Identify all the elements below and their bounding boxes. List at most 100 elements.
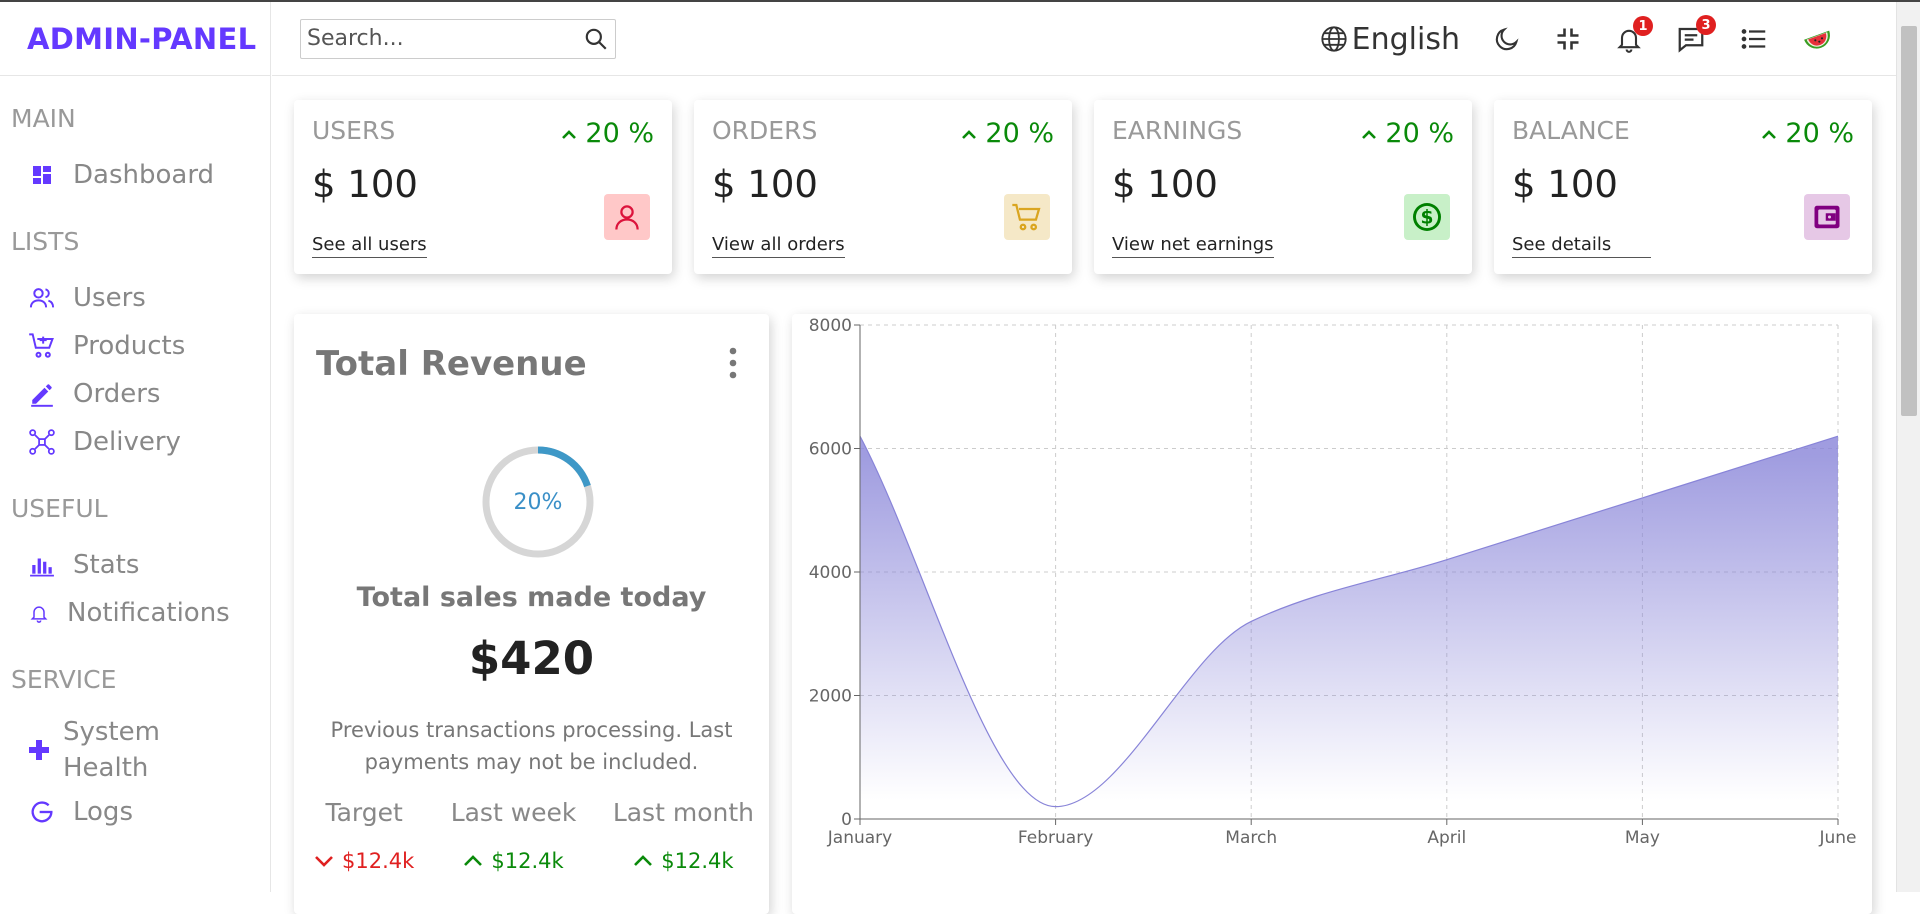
x-tick-label: May xyxy=(1625,828,1660,848)
chevron-up-icon xyxy=(562,129,577,139)
widget-percentage: 20 % xyxy=(961,118,1054,149)
widget-balance: BALANCE $ 100 See details 20 % xyxy=(1494,100,1872,274)
bell-icon xyxy=(27,598,51,628)
fullscreen-exit-button[interactable] xyxy=(1554,25,1582,53)
dark-mode-toggle[interactable] xyxy=(1493,25,1521,53)
sidebar-item-label: Stats xyxy=(73,550,140,580)
sidebar-item-label: Orders xyxy=(73,379,161,409)
widget-percentage-value: 20 % xyxy=(1785,118,1854,149)
chevron-up-icon xyxy=(1362,129,1377,139)
wallet-icon xyxy=(1804,194,1850,240)
notifications-button[interactable]: 1 xyxy=(1615,16,1653,53)
fullscreen-exit-icon xyxy=(1554,25,1582,53)
widget-percentage-value: 20 % xyxy=(585,118,654,149)
sidebar-item-label: Users xyxy=(73,283,146,313)
section-title-service: SERVICE xyxy=(11,665,117,694)
sidebar-item-stats[interactable]: Stats xyxy=(0,541,270,589)
widget-counter: $ 100 xyxy=(312,163,418,206)
revenue-chart-card: 0 2000 4000 6000 8000 January February March Apr… xyxy=(792,314,1872,914)
featured-title: Total Revenue xyxy=(316,344,587,384)
chevron-down-icon xyxy=(315,856,333,867)
sidebar-item-label: Logs xyxy=(73,797,133,827)
summary-item-last-month: Last month $12.4k xyxy=(613,798,754,873)
list-button[interactable] xyxy=(1739,24,1769,54)
summary-value-text: $12.4k xyxy=(661,849,734,873)
widget-counter: $ 100 xyxy=(1112,163,1218,206)
widget-link[interactable]: View net earnings xyxy=(1112,234,1274,258)
search-icon[interactable] xyxy=(583,26,609,52)
sidebar-item-system-health[interactable]: System Health xyxy=(0,712,200,788)
section-title-useful: USEFUL xyxy=(11,494,108,523)
app-logo[interactable]: ADMIN-PANEL xyxy=(0,2,270,76)
pencil-icon xyxy=(27,379,57,409)
sidebar-item-dashboard[interactable]: Dashboard xyxy=(0,151,270,199)
widget-link[interactable]: See details xyxy=(1512,234,1652,258)
y-tick-label: 6000 xyxy=(809,440,852,460)
y-tick-label: 2000 xyxy=(809,687,852,707)
drone-icon xyxy=(27,427,57,457)
sidebar-item-notifications[interactable]: Notifications xyxy=(0,589,270,637)
chevron-up-icon xyxy=(464,855,483,866)
sidebar-item-label: Dashboard xyxy=(73,160,215,190)
topbar-actions: English 1 3 xyxy=(1320,2,1896,76)
messages-button[interactable]: 3 xyxy=(1676,15,1716,54)
more-vert-icon[interactable] xyxy=(727,346,739,384)
list-icon xyxy=(1739,24,1769,54)
summary-value-text: $12.4k xyxy=(491,849,564,873)
sidebar-item-users[interactable]: Users xyxy=(0,274,270,322)
summary-value: $12.4k xyxy=(314,849,414,873)
section-title-lists: LISTS xyxy=(11,227,80,256)
sidebar-item-label: Delivery xyxy=(73,427,181,457)
y-tick-label: 4000 xyxy=(809,563,852,583)
dashboard-icon xyxy=(27,160,57,190)
sidebar-item-label: Products xyxy=(73,331,186,361)
sidebar-item-logs[interactable]: Logs xyxy=(0,788,270,836)
widget-percentage: 20 % xyxy=(1761,118,1854,149)
moon-icon xyxy=(1493,25,1521,53)
language-selector[interactable]: English xyxy=(1320,22,1460,57)
sidebar-item-label: Notifications xyxy=(67,598,230,628)
summary-title: Last month xyxy=(612,798,754,827)
sidebar-item-orders[interactable]: Orders xyxy=(0,370,270,418)
search-box xyxy=(300,18,616,59)
notifications-badge: 1 xyxy=(1633,16,1653,36)
x-tick-label: January xyxy=(827,828,892,848)
x-tick-label: April xyxy=(1427,828,1466,848)
widget-users: USERS $ 100 See all users 20 % xyxy=(294,100,672,274)
dollar-icon: $ xyxy=(1404,194,1450,240)
revenue-area-chart: 0 2000 4000 6000 8000 January February March Apr… xyxy=(809,316,1857,848)
cart-icon xyxy=(27,331,57,361)
x-tick-label: June xyxy=(1818,828,1856,848)
summary-item-last-week: Last week $12.4k xyxy=(451,798,577,873)
sidebar: ADMIN-PANEL MAIN Dashboard LISTS Users P… xyxy=(0,2,271,892)
users-icon xyxy=(27,283,57,313)
widget-counter: $ 100 xyxy=(1512,163,1618,206)
logs-icon xyxy=(27,797,57,827)
summary-value-text: $12.4k xyxy=(342,849,415,873)
x-tick-label: March xyxy=(1225,828,1277,848)
top-navbar: English 1 3 xyxy=(272,2,1896,76)
summary-item-target: Target $12.4k xyxy=(314,798,414,873)
progress-label: 20% xyxy=(513,489,563,515)
widget-earnings: EARNINGS $ 100 View net earnings 20 % $ xyxy=(1094,100,1472,274)
sidebar-item-products[interactable]: Products xyxy=(0,322,270,370)
scrollbar-thumb[interactable] xyxy=(1901,26,1917,416)
widget-percentage-value: 20 % xyxy=(985,118,1054,149)
y-tick-label: 8000 xyxy=(809,316,852,336)
page-scrollbar[interactable] xyxy=(1896,2,1920,892)
section-title-main: MAIN xyxy=(11,104,76,133)
widget-link[interactable]: View all orders xyxy=(712,234,845,258)
sidebar-item-label: System Health xyxy=(63,717,160,783)
shopping-cart-icon xyxy=(1004,194,1050,240)
featured-revenue-card: Total Revenue 20% Total sales made today… xyxy=(294,314,769,914)
featured-description: Previous transactions processing. Last p… xyxy=(330,718,733,774)
person-icon xyxy=(604,194,650,240)
y-tick-label: 0 xyxy=(841,810,852,830)
user-avatar[interactable] xyxy=(1802,23,1834,55)
widget-link[interactable]: See all users xyxy=(312,234,427,258)
search-input[interactable] xyxy=(307,26,583,51)
language-label: English xyxy=(1351,21,1460,57)
chevron-up-icon xyxy=(634,855,653,866)
summary-value: $12.4k xyxy=(633,849,734,873)
sidebar-item-delivery[interactable]: Delivery xyxy=(0,418,270,466)
